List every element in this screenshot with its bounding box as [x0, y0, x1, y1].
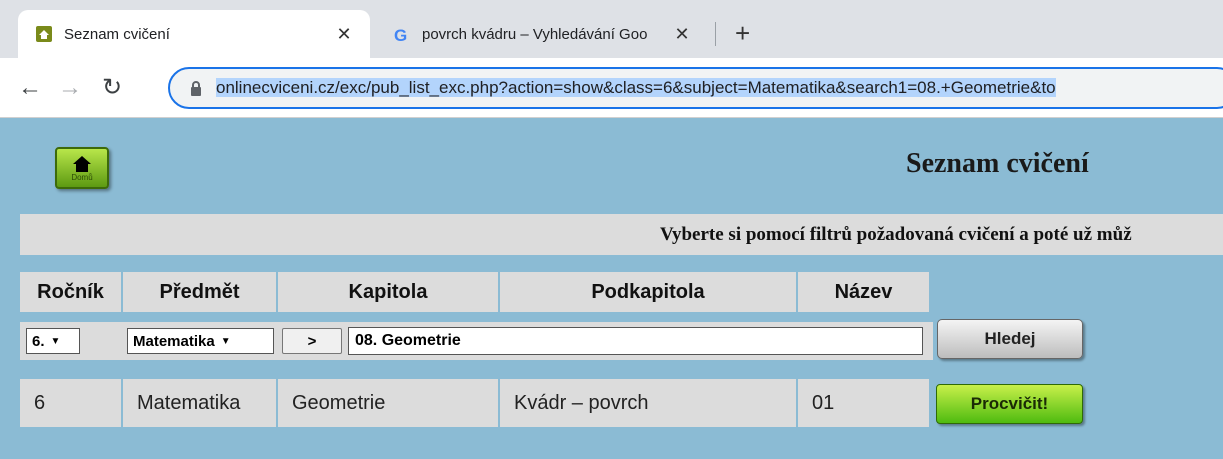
filter-cell-kapitola: > 08. Geometrie — [278, 322, 933, 360]
reload-icon[interactable]: ↻ — [102, 70, 122, 106]
dropdown-arrow-icon: ▼ — [50, 335, 61, 347]
filter-cell-predmet: Matematika ▼ — [123, 322, 278, 360]
practice-button[interactable]: Procvičit! — [936, 384, 1083, 424]
forward-arrow-icon[interactable]: → — [58, 70, 82, 106]
back-arrow-icon[interactable]: ← — [18, 70, 42, 106]
lock-icon — [191, 80, 201, 96]
column-header-podkapitola: Podkapitola — [500, 272, 798, 312]
tab-google-search[interactable]: G povrch kvádru – Vyhledávání Goo ✕ — [376, 10, 708, 58]
home-icon — [73, 155, 91, 172]
close-tab-icon[interactable]: ✕ — [332, 24, 356, 45]
rocnik-select-value: 6. — [32, 332, 45, 350]
column-header-kapitola: Kapitola — [278, 272, 500, 312]
column-header-predmet: Předmět — [123, 272, 278, 312]
tab-separator — [715, 22, 716, 46]
url-selected-text: onlinecviceni.cz/exc/pub_list_exc.php?ac… — [216, 78, 1056, 97]
column-header-nazev: Název — [798, 272, 931, 312]
site-favicon-icon — [36, 26, 52, 42]
browser-tabbar: Seznam cvičení ✕ G povrch kvádru – Vyhle… — [0, 0, 1223, 58]
tab-title: povrch kvádru – Vyhledávání Goo — [422, 25, 648, 43]
predmet-select[interactable]: Matematika ▼ — [127, 328, 274, 354]
tab-seznam-cviceni[interactable]: Seznam cvičení ✕ — [18, 10, 370, 58]
banner-text: Vyberte si pomocí filtrů požadovaná cvič… — [660, 224, 1132, 245]
address-bar[interactable]: onlinecviceni.cz/exc/pub_list_exc.php?ac… — [168, 67, 1223, 109]
tab-title: Seznam cvičení — [64, 25, 170, 43]
search-button[interactable]: Hledej — [937, 319, 1083, 359]
google-favicon-icon: G — [394, 26, 408, 45]
filter-cell-rocnik: 6. ▼ — [20, 322, 123, 360]
result-cell-nazev: 01 — [798, 379, 931, 427]
kapitola-input[interactable]: 08. Geometrie — [348, 327, 923, 355]
result-cell-rocnik: 6 — [20, 379, 123, 427]
close-tab-icon[interactable]: ✕ — [670, 24, 694, 45]
result-cell-predmet: Matematika — [123, 379, 278, 427]
rocnik-select[interactable]: 6. ▼ — [26, 328, 80, 354]
url-text[interactable]: onlinecviceni.cz/exc/pub_list_exc.php?ac… — [216, 78, 1056, 98]
home-button[interactable]: Domů — [55, 147, 109, 189]
next-filter-button[interactable]: > — [282, 328, 342, 354]
new-tab-icon[interactable]: + — [735, 18, 750, 48]
page-title: Seznam cvičení — [906, 148, 1089, 179]
predmet-select-value: Matematika — [133, 332, 215, 350]
column-header-rocnik: Ročník — [20, 272, 123, 312]
home-button-label: Domů — [71, 172, 93, 182]
instruction-banner: Vyberte si pomocí filtrů požadovaná cvič… — [20, 214, 1223, 255]
result-cell-podkapitola: Kvádr – povrch — [500, 379, 798, 427]
result-cell-kapitola: Geometrie — [278, 379, 500, 427]
browser-toolbar: ← → ↻ onlinecviceni.cz/exc/pub_list_exc.… — [0, 58, 1223, 118]
dropdown-arrow-icon: ▼ — [220, 335, 231, 347]
